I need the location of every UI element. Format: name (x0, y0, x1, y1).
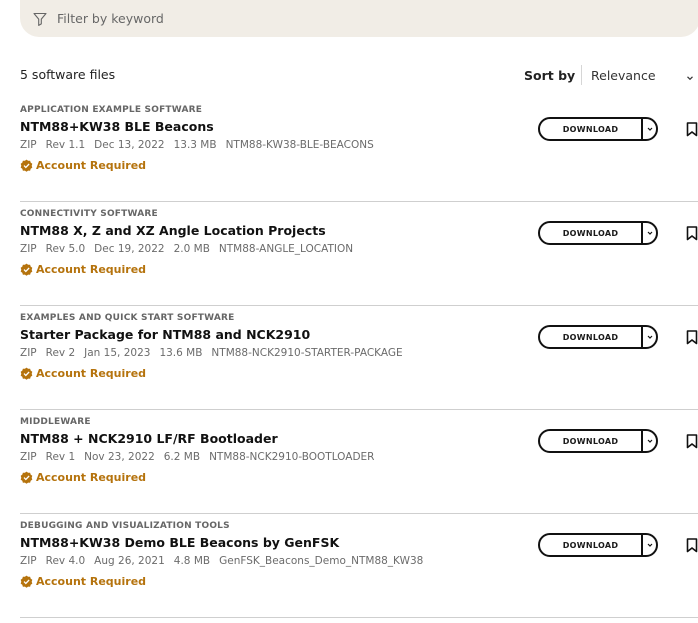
download-button[interactable]: DOWNLOAD (540, 431, 643, 451)
file-id: NTM88-KW38-BLE-BEACONS (225, 139, 374, 151)
download-options-toggle[interactable] (643, 223, 656, 243)
account-required-label: Account Required (36, 263, 147, 276)
file-row: MIDDLEWARE NTM88 + NCK2910 LF/RF Bootload… (20, 410, 698, 514)
file-size: 13.3 MB (173, 139, 217, 151)
file-category: CONNECTIVITY SOFTWARE (20, 209, 158, 219)
account-required-label: Account Required (36, 471, 147, 484)
file-type: ZIP (20, 555, 37, 567)
download-split-button: DOWNLOAD (538, 429, 658, 453)
file-title-link[interactable]: NTM88 X, Z and XZ Angle Location Project… (20, 223, 326, 238)
account-required-label: Account Required (36, 159, 147, 172)
file-revision: Rev 1.1 (45, 139, 86, 151)
verified-check-icon (20, 575, 33, 588)
download-split-button: DOWNLOAD (538, 117, 658, 141)
download-split-button: DOWNLOAD (538, 325, 658, 349)
file-date: Nov 23, 2022 (84, 451, 155, 463)
account-required-badge: Account Required (20, 159, 146, 172)
file-row: CONNECTIVITY SOFTWARE NTM88 X, Z and XZ A… (20, 202, 698, 306)
file-type: ZIP (20, 243, 37, 255)
file-id: NTM88-NCK2910-STARTER-PACKAGE (211, 347, 403, 359)
file-title-link[interactable]: NTM88+KW38 Demo BLE Beacons by GenFSK (20, 535, 339, 550)
download-button[interactable]: DOWNLOAD (540, 535, 643, 555)
file-date: Dec 13, 2022 (94, 139, 165, 151)
sort-value: Relevance (591, 68, 656, 83)
file-date: Dec 19, 2022 (94, 243, 165, 255)
chevron-down-icon (646, 333, 654, 341)
file-title-link[interactable]: NTM88+KW38 BLE Beacons (20, 119, 214, 134)
file-meta: ZIP Rev 4.0 Aug 26, 2021 4.8 MB GenFSK_Beaco… (20, 555, 432, 567)
file-category: APPLICATION EXAMPLE SOFTWARE (20, 105, 203, 115)
account-required-badge: Account Required (20, 575, 146, 588)
filter-bar (20, 0, 698, 37)
file-revision: Rev 2 (45, 347, 76, 359)
file-category: EXAMPLES AND QUICK START SOFTWARE (20, 313, 235, 323)
file-size: 13.6 MB (159, 347, 203, 359)
download-button[interactable]: DOWNLOAD (540, 327, 643, 347)
file-meta: ZIP Rev 1 Nov 23, 2022 6.2 MB NTM88-NCK2910-… (20, 451, 383, 463)
file-meta: ZIP Rev 2 Jan 15, 2023 13.6 MB NTM88-NCK2910… (20, 347, 412, 359)
file-size: 2.0 MB (173, 243, 210, 255)
file-category: MIDDLEWARE (20, 417, 91, 427)
download-button[interactable]: DOWNLOAD (540, 119, 643, 139)
file-meta: ZIP Rev 5.0 Dec 19, 2022 2.0 MB NTM88-ANGLE_… (20, 243, 362, 255)
download-options-toggle[interactable] (643, 327, 656, 347)
file-meta: ZIP Rev 1.1 Dec 13, 2022 13.3 MB NTM88-KW38-… (20, 139, 383, 151)
file-revision: Rev 1 (45, 451, 76, 463)
file-row: EXAMPLES AND QUICK START SOFTWARE Starter… (20, 306, 698, 410)
file-size: 6.2 MB (163, 451, 201, 463)
file-title-link[interactable]: NTM88 + NCK2910 LF/RF Bootloader (20, 431, 278, 446)
download-split-button: DOWNLOAD (538, 533, 658, 557)
download-options-toggle[interactable] (643, 535, 656, 555)
file-id: NTM88-NCK2910-BOOTLOADER (209, 451, 375, 463)
file-revision: Rev 4.0 (45, 555, 86, 567)
file-id: GenFSK_Beacons_Demo_NTM88_KW38 (219, 555, 424, 567)
account-required-badge: Account Required (20, 263, 146, 276)
bookmark-icon[interactable] (686, 434, 698, 449)
account-required-badge: Account Required (20, 367, 146, 380)
verified-check-icon (20, 159, 33, 172)
file-date: Jan 15, 2023 (84, 347, 151, 359)
download-button[interactable]: DOWNLOAD (540, 223, 643, 243)
file-category: DEBUGGING AND VISUALIZATION TOOLS (20, 521, 230, 531)
chevron-down-icon (646, 229, 654, 237)
account-required-badge: Account Required (20, 471, 146, 484)
sort-divider (581, 65, 582, 85)
keyword-filter-input[interactable] (57, 11, 617, 26)
results-count: 5 software files (20, 67, 116, 82)
file-row: DEBUGGING AND VISUALIZATION TOOLS NTM88+K… (20, 514, 698, 618)
chevron-down-icon (646, 541, 654, 549)
verified-check-icon (20, 263, 33, 276)
file-type: ZIP (20, 451, 37, 463)
verified-check-icon (20, 471, 33, 484)
bookmark-icon[interactable] (686, 538, 698, 553)
funnel-icon (32, 11, 48, 27)
file-title-link[interactable]: Starter Package for NTM88 and NCK2910 (20, 327, 310, 342)
account-required-label: Account Required (36, 575, 147, 588)
chevron-down-icon (686, 70, 694, 81)
download-split-button: DOWNLOAD (538, 221, 658, 245)
file-id: NTM88-ANGLE_LOCATION (218, 243, 354, 255)
file-date: Aug 26, 2021 (94, 555, 165, 567)
sort-select[interactable]: Relevance (591, 68, 696, 83)
bookmark-icon[interactable] (686, 122, 698, 137)
account-required-label: Account Required (36, 367, 147, 380)
file-type: ZIP (20, 347, 37, 359)
chevron-down-icon (646, 437, 654, 445)
download-options-toggle[interactable] (643, 119, 656, 139)
download-options-toggle[interactable] (643, 431, 656, 451)
chevron-down-icon (646, 125, 654, 133)
file-revision: Rev 5.0 (45, 243, 86, 255)
bookmark-icon[interactable] (686, 226, 698, 241)
sort-by-label: Sort by (524, 68, 576, 83)
file-row: APPLICATION EXAMPLE SOFTWARE NTM88+KW38 B… (20, 98, 698, 202)
file-size: 4.8 MB (173, 555, 211, 567)
file-type: ZIP (20, 139, 37, 151)
verified-check-icon (20, 367, 33, 380)
bookmark-icon[interactable] (686, 330, 698, 345)
